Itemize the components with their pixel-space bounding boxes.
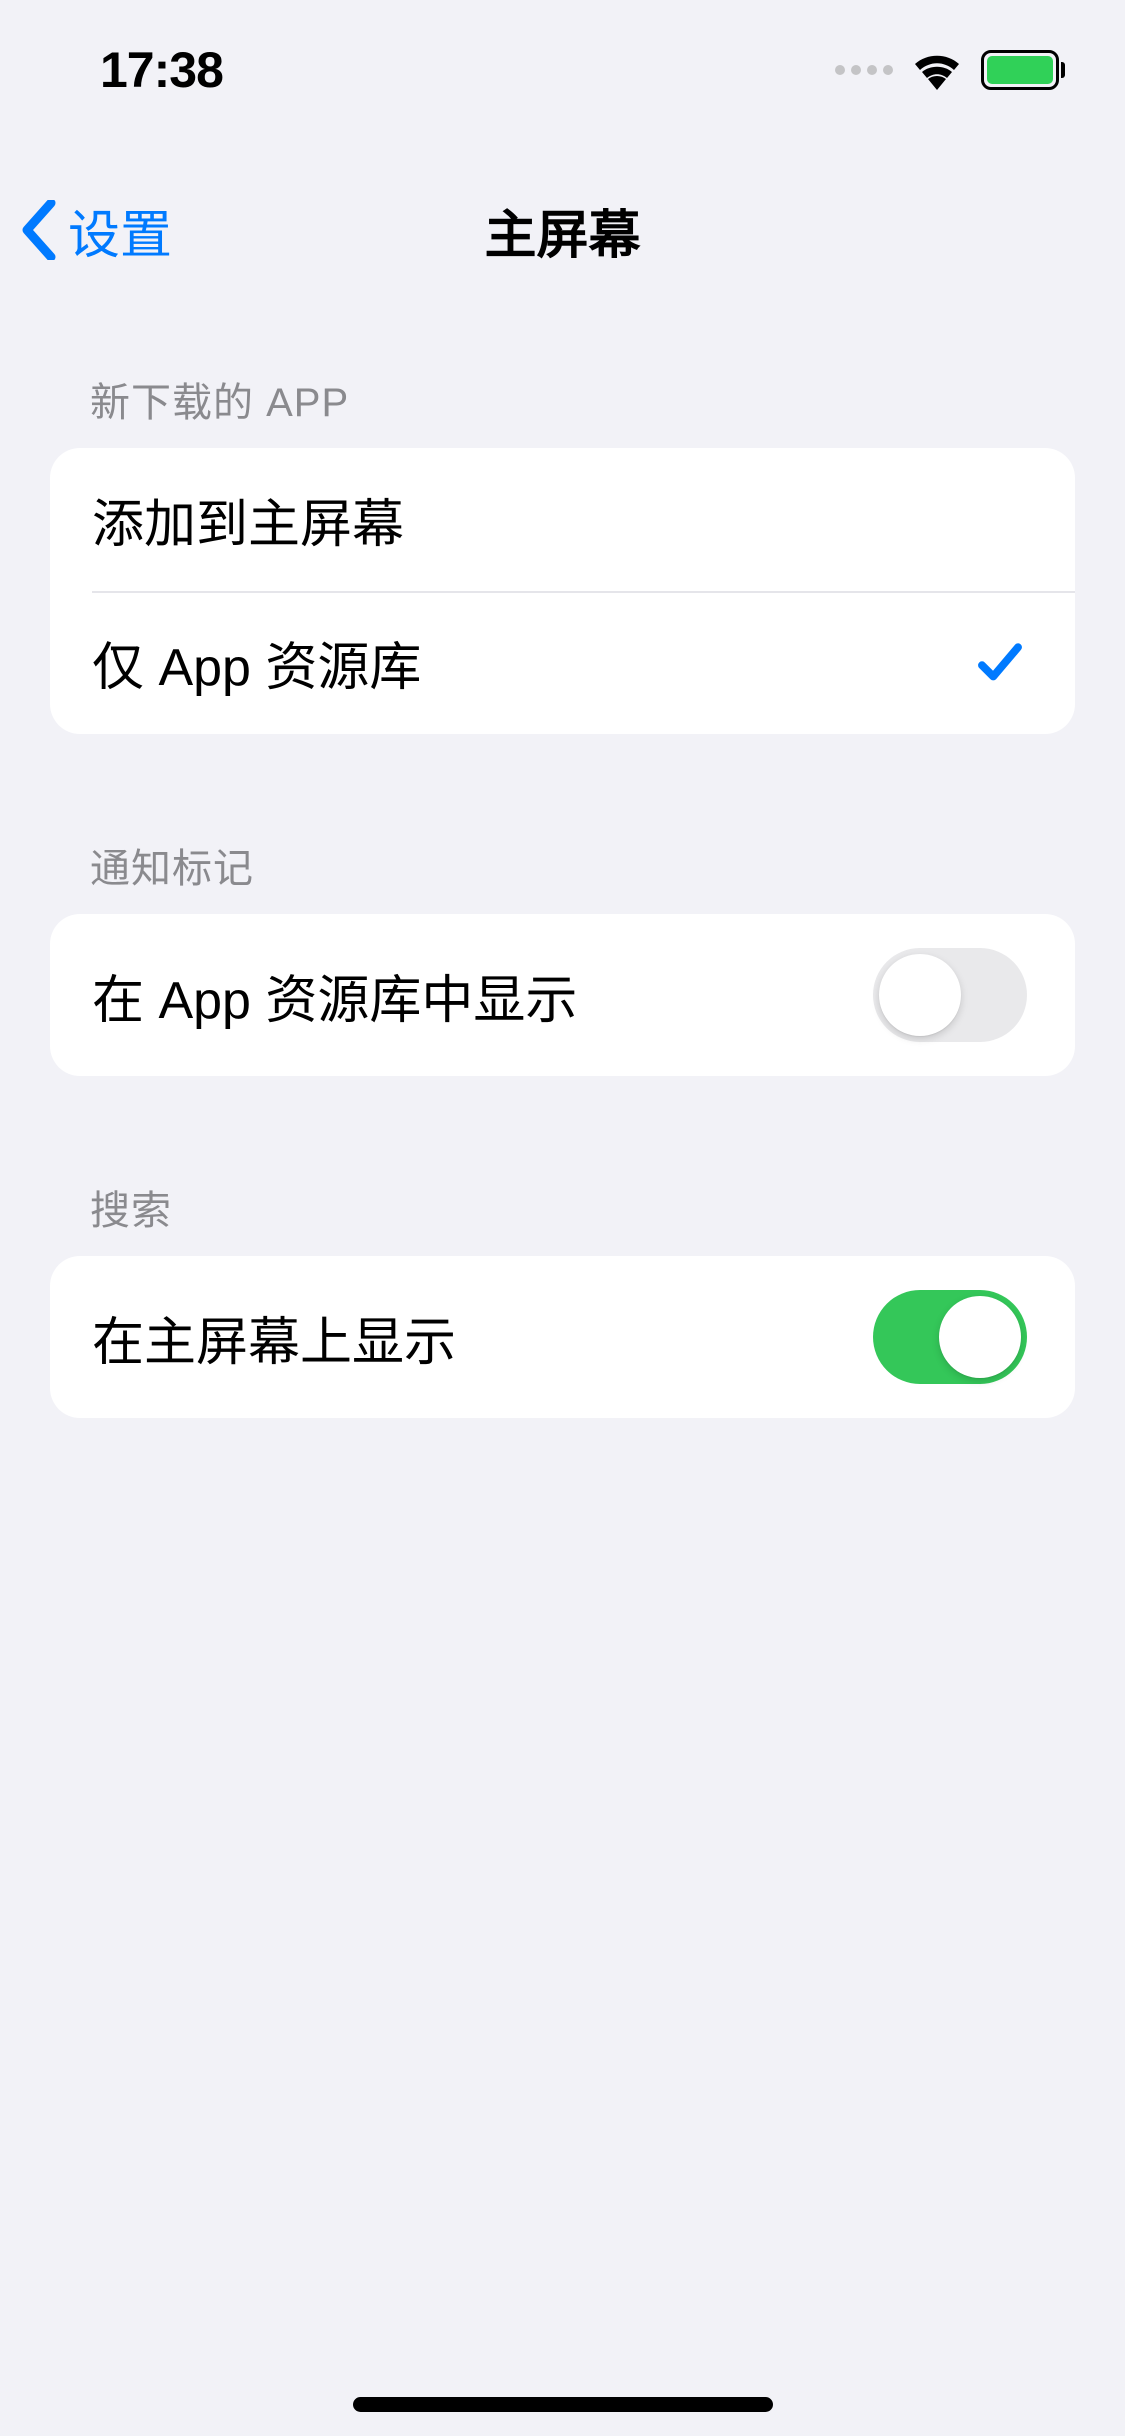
row-show-in-app-library: 在 App 资源库中显示 <box>50 914 1075 1076</box>
section-header-search: 搜索 <box>50 1148 1075 1256</box>
home-indicator[interactable] <box>353 2397 773 2412</box>
battery-icon <box>981 50 1065 90</box>
toggle-show-in-app-library[interactable] <box>873 948 1027 1042</box>
option-label: 仅 App 资源库 <box>92 625 421 700</box>
cellular-icon <box>835 65 893 75</box>
navigation-bar: 设置 主屏幕 <box>0 165 1125 295</box>
group-new-apps: 添加到主屏幕 仅 App 资源库 <box>50 448 1075 734</box>
back-button[interactable]: 设置 <box>20 193 172 268</box>
wifi-icon <box>911 50 963 90</box>
status-bar: 17:38 <box>0 0 1125 140</box>
chevron-left-icon <box>20 200 58 260</box>
group-badges: 在 App 资源库中显示 <box>50 914 1075 1076</box>
back-label: 设置 <box>68 193 172 268</box>
option-add-to-home-screen[interactable]: 添加到主屏幕 <box>50 448 1075 591</box>
status-time: 17:38 <box>100 41 223 99</box>
section-header-badges: 通知标记 <box>50 806 1075 914</box>
option-app-library-only[interactable]: 仅 App 资源库 <box>50 591 1075 734</box>
section-header-new-apps: 新下载的 APP <box>50 340 1075 448</box>
toggle-label: 在 App 资源库中显示 <box>92 958 577 1033</box>
row-show-on-home-screen: 在主屏幕上显示 <box>50 1256 1075 1418</box>
toggle-show-on-home-screen[interactable] <box>873 1290 1027 1384</box>
group-search: 在主屏幕上显示 <box>50 1256 1075 1418</box>
checkmark-icon <box>973 636 1027 690</box>
content: 新下载的 APP 添加到主屏幕 仅 App 资源库 通知标记 在 App 资源库… <box>0 340 1125 1418</box>
toggle-label: 在主屏幕上显示 <box>92 1300 456 1375</box>
status-indicators <box>835 50 1065 90</box>
page-title: 主屏幕 <box>484 193 640 268</box>
option-label: 添加到主屏幕 <box>92 482 404 557</box>
